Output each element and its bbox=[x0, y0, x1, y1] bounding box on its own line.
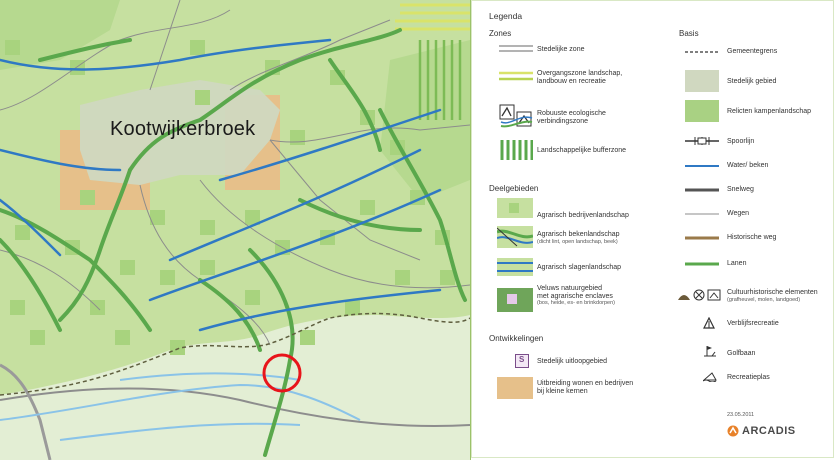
legend-deel-3: Agrarisch slagenlandschap bbox=[537, 264, 622, 271]
water-swatch bbox=[685, 165, 719, 167]
slagenlandschap-swatch bbox=[497, 258, 533, 276]
legend-ontw-2: Uitbreiding wonen en bedrijven bij klein… bbox=[537, 380, 634, 395]
legend-basis-8: Historische weg bbox=[727, 234, 777, 241]
relic-square bbox=[245, 290, 260, 305]
relic-square bbox=[70, 60, 85, 75]
legend-deel-4: Veluws natuurgebied met agrarische encla… bbox=[537, 285, 615, 306]
map-area[interactable]: Kootwijkerbroek bbox=[0, 0, 470, 460]
recreatieplas-icon bbox=[703, 372, 717, 382]
legend-basis-13: Recreatieplas bbox=[727, 374, 770, 381]
legend-basis-4: Spoorlijn bbox=[727, 138, 755, 145]
relic-square bbox=[290, 130, 305, 145]
s-symbol: S bbox=[519, 355, 525, 364]
wegen-swatch bbox=[685, 213, 719, 215]
snelweg-swatch bbox=[685, 188, 719, 192]
tent-icon bbox=[703, 317, 715, 329]
legend-zone-1: Stedelijke zone bbox=[537, 46, 585, 53]
relic-square bbox=[80, 190, 95, 205]
legend-date: 23.05.2011 bbox=[727, 412, 755, 418]
ontwikkelingen-heading: Ontwikkelingen bbox=[489, 334, 544, 343]
relic-square bbox=[160, 270, 175, 285]
relic-square bbox=[300, 330, 315, 345]
relic-square bbox=[345, 300, 360, 315]
relic-square bbox=[10, 300, 25, 315]
relicten-swatch bbox=[685, 100, 719, 122]
stedelijke-zone-swatch bbox=[499, 45, 533, 52]
town-label: Kootwijkerbroek bbox=[110, 118, 256, 140]
relic-square bbox=[15, 225, 30, 240]
legend-title: Legenda bbox=[489, 11, 523, 21]
cultuurhistorisch-icons bbox=[678, 289, 721, 301]
uitbreiding-swatch bbox=[497, 377, 533, 399]
relic-square bbox=[360, 200, 375, 215]
relic-square bbox=[195, 90, 210, 105]
legend-basis-2: Stedelijk gebied bbox=[727, 78, 777, 85]
legend-panel: Legenda Zones Stedelijke zone Overgangsz… bbox=[470, 0, 834, 460]
relic-square bbox=[200, 220, 215, 235]
golf-icon bbox=[704, 346, 716, 357]
relic-square bbox=[120, 260, 135, 275]
relic-square bbox=[30, 330, 45, 345]
legend-deel-2: Agrarisch bekenlandschap (dicht lint, op… bbox=[537, 231, 620, 245]
arcadis-logo: ARCADIS bbox=[727, 425, 796, 437]
stedelijk-gebied-swatch bbox=[685, 70, 719, 92]
legend-basis-11: Verblijfsrecreatie bbox=[727, 320, 779, 327]
lanen-swatch bbox=[685, 262, 719, 266]
gemeentegrens-swatch bbox=[685, 51, 719, 53]
legend-basis-3: Relicten kampenlandschap bbox=[727, 108, 812, 115]
zones-heading: Zones bbox=[489, 29, 512, 38]
deelgebieden-heading: Deelgebieden bbox=[489, 184, 539, 193]
arcadis-logo-icon bbox=[727, 425, 739, 437]
bekenlandschap-swatch bbox=[497, 226, 533, 248]
relic-square bbox=[190, 40, 205, 55]
legend-zone-4: Landschappelijke bufferzone bbox=[537, 147, 626, 154]
legend-basis-7: Wegen bbox=[727, 210, 750, 217]
bufferzone-swatch bbox=[500, 140, 533, 160]
legend-zone-3: Robuuste ecologische verbindingszone bbox=[537, 110, 606, 125]
ecologische-verbindingszone-icon bbox=[499, 104, 533, 128]
map-canvas bbox=[0, 0, 470, 460]
overgangszone-swatch bbox=[499, 71, 533, 81]
basis-heading: Basis bbox=[679, 29, 699, 38]
legend-basis-1: Gemeentegrens bbox=[727, 48, 778, 55]
legend-basis-12: Golfbaan bbox=[727, 350, 756, 357]
legend-basis-10: Cultuurhistorische elementen (grafheuvel… bbox=[727, 289, 818, 303]
natuurgebied-swatch bbox=[497, 288, 533, 312]
legend-zone-2: Overgangszone landschap, landbouw en rec… bbox=[537, 70, 623, 85]
legend-ontw-1: Stedelijk uitloopgebied bbox=[537, 358, 608, 365]
relic-square bbox=[5, 40, 20, 55]
relic-square bbox=[115, 330, 130, 345]
legend-basis-6: Snelweg bbox=[727, 186, 754, 193]
relic-square bbox=[440, 270, 455, 285]
historische-weg-swatch bbox=[685, 236, 719, 240]
legend-basis-5: Water/ beken bbox=[727, 162, 769, 169]
legend-deel-1: Agrarisch bedrijvenlandschap bbox=[537, 212, 629, 219]
legend-basis-9: Lanen bbox=[727, 260, 747, 267]
relic-square bbox=[200, 260, 215, 275]
relic-square bbox=[395, 270, 410, 285]
bedrijvenlandschap-swatch bbox=[497, 198, 533, 218]
spoorlijn-swatch bbox=[685, 137, 719, 145]
